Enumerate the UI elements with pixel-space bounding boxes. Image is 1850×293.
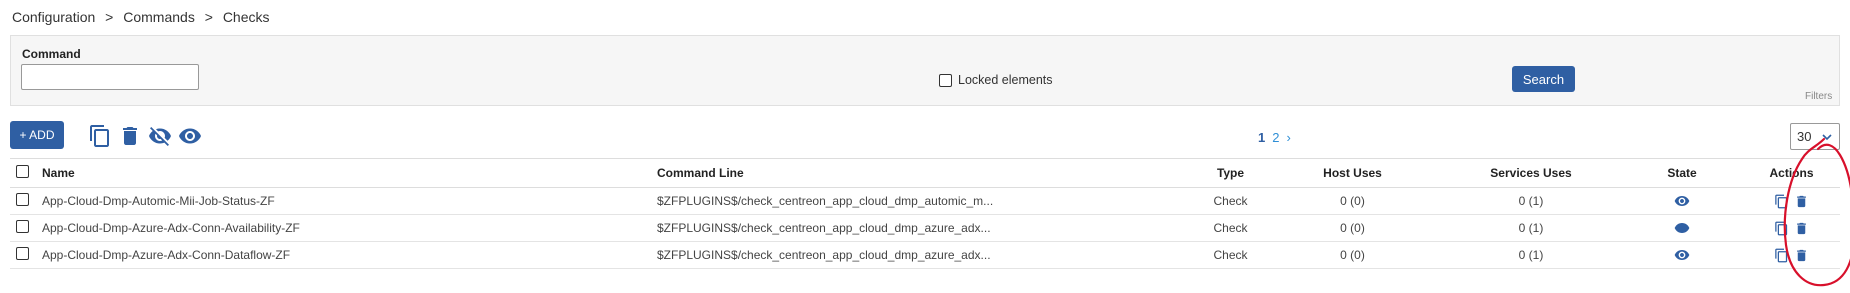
header-type[interactable]: Type (1197, 158, 1264, 188)
table-row: App-Cloud-Dmp-Azure-Adx-Conn-Availabilit… (10, 214, 1840, 242)
show-icon[interactable] (178, 124, 202, 148)
row-host-uses: 0 (0) (1264, 241, 1441, 269)
annotation-circle (1783, 137, 1850, 287)
eye-icon[interactable] (1674, 247, 1690, 263)
row-state (1621, 214, 1743, 242)
row-host-uses: 0 (0) (1264, 214, 1441, 242)
page-current[interactable]: 1 (1258, 130, 1265, 145)
breadcrumb-separator: > (204, 9, 213, 25)
row-type: Check (1197, 214, 1264, 242)
select-all-cell (10, 158, 41, 188)
row-type: Check (1197, 241, 1264, 269)
table-row: App-Cloud-Dmp-Automic-Mii-Job-Status-ZF … (10, 187, 1840, 215)
filters-panel-label: Filters (1805, 91, 1833, 102)
select-all-checkbox[interactable] (16, 165, 29, 178)
locked-elements-checkbox[interactable] (939, 73, 952, 87)
command-filter-label: Command (22, 47, 81, 61)
page-link-2[interactable]: 2 (1272, 130, 1279, 145)
row-command-line: $ZFPLUGINS$/check_centreon_app_cloud_dmp… (656, 241, 1197, 269)
row-host-uses: 0 (0) (1264, 187, 1441, 215)
header-services-uses: Services Uses (1441, 158, 1621, 188)
table-row: App-Cloud-Dmp-Azure-Adx-Conn-Dataflow-ZF… (10, 241, 1840, 269)
header-command-line[interactable]: Command Line (656, 158, 1197, 188)
add-button[interactable]: + ADD (10, 121, 64, 149)
row-type: Check (1197, 187, 1264, 215)
table-header-row: Name Command Line Type Host Uses Service… (10, 158, 1840, 188)
pagination: 1 2 › (1258, 130, 1291, 145)
header-state: State (1621, 158, 1743, 188)
row-command-line: $ZFPLUGINS$/check_centreon_app_cloud_dmp… (656, 214, 1197, 242)
row-name[interactable]: App-Cloud-Dmp-Azure-Adx-Conn-Availabilit… (41, 214, 656, 242)
command-filter-input[interactable] (21, 64, 199, 90)
row-select-cell (10, 241, 41, 269)
row-state (1621, 187, 1743, 215)
row-select-cell (10, 187, 41, 215)
row-command-line: $ZFPLUGINS$/check_centreon_app_cloud_dmp… (656, 187, 1197, 215)
search-button[interactable]: Search (1512, 66, 1575, 92)
row-checkbox[interactable] (16, 193, 29, 206)
row-name[interactable]: App-Cloud-Dmp-Automic-Mii-Job-Status-ZF (41, 187, 656, 215)
breadcrumb-configuration[interactable]: Configuration (12, 9, 95, 25)
header-name[interactable]: Name (41, 158, 656, 188)
row-state (1621, 241, 1743, 269)
duplicate-icon[interactable] (88, 124, 112, 148)
breadcrumb-commands[interactable]: Commands (123, 9, 195, 25)
row-services-uses: 0 (1) (1441, 187, 1621, 215)
breadcrumb-checks[interactable]: Checks (223, 9, 270, 25)
hide-icon[interactable] (148, 124, 172, 148)
next-page-arrow-icon[interactable]: › (1286, 130, 1290, 145)
row-checkbox[interactable] (16, 247, 29, 260)
locked-elements-label: Locked elements (958, 73, 1053, 87)
delete-icon[interactable] (118, 124, 142, 148)
header-host-uses: Host Uses (1264, 158, 1441, 188)
breadcrumb-separator: > (105, 9, 114, 25)
row-checkbox[interactable] (16, 220, 29, 233)
row-select-cell (10, 214, 41, 242)
locked-elements-option[interactable]: Locked elements (939, 73, 1053, 87)
eye-icon[interactable] (1674, 193, 1690, 209)
row-name[interactable]: App-Cloud-Dmp-Azure-Adx-Conn-Dataflow-ZF (41, 241, 656, 269)
row-services-uses: 0 (1) (1441, 214, 1621, 242)
commands-table: Name Command Line Type Host Uses Service… (10, 158, 1840, 269)
row-services-uses: 0 (1) (1441, 241, 1621, 269)
eye-icon[interactable] (1674, 220, 1690, 236)
breadcrumb: Configuration > Commands > Checks (12, 9, 276, 25)
